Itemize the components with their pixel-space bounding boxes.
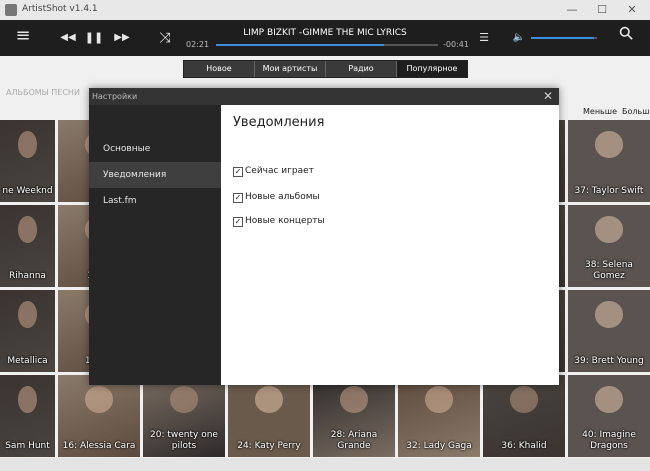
next-icon[interactable]: ▶▶: [111, 30, 133, 46]
previous-icon[interactable]: ◀◀: [57, 30, 79, 46]
remaining-time: -00:41: [443, 40, 469, 49]
dialog-titlebar: Настройки ✕: [89, 88, 559, 105]
main-tabs: Новое Мои артисты Радио Популярное: [183, 60, 468, 78]
maximize-button[interactable]: ☐: [587, 0, 617, 20]
artist-caption: 40: Imagine Dragons: [582, 430, 636, 451]
volume-slider-fill: [531, 37, 595, 39]
artist-card[interactable]: 28: Ariana Grande: [313, 375, 395, 457]
artist-card[interactable]: Sam Hunt: [0, 375, 55, 457]
artist-card[interactable]: ne Weeknd: [0, 120, 55, 202]
artist-photo: [18, 216, 37, 243]
artist-card[interactable]: 36: Khalid: [483, 375, 565, 457]
artist-caption: 38: Selena Gomez: [585, 260, 633, 281]
new-albums-label: Новые альбомы: [245, 192, 320, 202]
artist-caption: 24: Katy Perry: [237, 441, 301, 451]
window-title: ArtistShot v1.4.1: [22, 4, 98, 14]
artist-photo: [595, 386, 623, 413]
artist-card[interactable]: 20: twenty one pilots: [143, 375, 225, 457]
volume-icon[interactable]: 🔈: [512, 30, 526, 46]
new-concerts-label: Новые концерты: [245, 216, 325, 226]
settings-heading: Уведомления: [233, 115, 325, 130]
shuffle-icon[interactable]: ⤨: [156, 30, 174, 46]
option-now-playing[interactable]: ✓ Сейчас играет: [233, 166, 314, 177]
artist-caption: Metallica: [7, 356, 48, 366]
artist-photo: [18, 131, 37, 158]
window-titlebar: ArtistShot v1.4.1 — ☐ ✕: [0, 0, 650, 20]
track-title: LIMP BIZKIT -GIMME THE MIC LYRICS: [243, 28, 407, 38]
close-window-button[interactable]: ✕: [617, 0, 647, 20]
tab-my-artists[interactable]: Мои артисты: [255, 61, 326, 77]
track-progress-bar[interactable]: [216, 44, 438, 46]
status-bar: [0, 458, 650, 471]
artist-caption: 36: Khalid: [501, 441, 547, 451]
settings-content: Уведомления ✓ Сейчас играет ✓ Новые альбом…: [221, 105, 559, 385]
artist-caption: 28: Ariana Grande: [330, 430, 378, 451]
artist-caption: 20: twenty one pilots: [150, 430, 218, 451]
artist-card[interactable]: Rihanna: [0, 205, 55, 287]
artist-caption: 39: Brett Young: [574, 356, 644, 366]
playlist-icon[interactable]: ☰: [476, 30, 492, 46]
artist-photo: [170, 386, 198, 413]
tab-popular[interactable]: Популярное: [397, 61, 467, 77]
dialog-close-icon[interactable]: ✕: [543, 89, 553, 103]
artist-photo: [18, 301, 37, 328]
artist-photo: [595, 301, 623, 328]
artist-photo: [595, 131, 623, 158]
smaller-button[interactable]: Меньше: [583, 107, 617, 116]
new-albums-checkbox[interactable]: ✓: [233, 193, 243, 203]
settings-nav-notifications[interactable]: Уведомления: [89, 162, 221, 188]
volume-slider[interactable]: [531, 37, 597, 39]
artist-card[interactable]: 32: Lady Gaga: [398, 375, 480, 457]
artist-caption: 16: Alessia Cara: [62, 441, 136, 451]
artist-caption: 32: Lady Gaga: [406, 441, 472, 451]
artist-caption: Sam Hunt: [5, 441, 50, 451]
new-concerts-checkbox[interactable]: ✓: [233, 217, 243, 227]
artist-card[interactable]: 40: Imagine Dragons: [568, 375, 650, 457]
menu-icon[interactable]: ≡: [12, 27, 34, 45]
artist-card[interactable]: 16: Alessia Cara: [58, 375, 140, 457]
artist-photo: [510, 386, 538, 413]
settings-nav-lastfm[interactable]: Last.fm: [89, 188, 221, 214]
artist-photo: [85, 386, 113, 413]
artist-caption: ne Weeknd: [2, 186, 53, 196]
artist-card[interactable]: 24: Katy Perry: [228, 375, 310, 457]
track-progress-fill: [216, 44, 384, 46]
section-nav[interactable]: АЛЬБОМЫ ПЕСНИ: [6, 88, 80, 97]
artist-card[interactable]: 38: Selena Gomez: [568, 205, 650, 287]
larger-button[interactable]: Больше: [622, 107, 650, 116]
artist-caption: 37: Taylor Swift: [574, 186, 644, 196]
minimize-button[interactable]: —: [557, 0, 587, 20]
artist-photo: [595, 216, 623, 243]
settings-nav-general[interactable]: Основные: [89, 136, 221, 162]
artist-card[interactable]: 39: Brett Young: [568, 290, 650, 372]
app-icon: [5, 4, 17, 16]
now-playing-checkbox[interactable]: ✓: [233, 167, 243, 177]
settings-dialog: Настройки ✕ Основные Уведомления Last.fm…: [89, 88, 559, 385]
artist-photo: [255, 386, 283, 413]
pause-icon[interactable]: ❚❚: [84, 30, 104, 46]
artist-card[interactable]: Metallica: [0, 290, 55, 372]
dialog-title: Настройки: [92, 92, 138, 101]
tab-radio[interactable]: Радио: [326, 61, 397, 77]
artist-photo: [18, 386, 37, 413]
search-icon[interactable]: ⚲: [614, 21, 639, 46]
option-new-concerts[interactable]: ✓ Новые концерты: [233, 216, 325, 227]
artist-caption: Rihanna: [9, 271, 46, 281]
artist-photo: [425, 386, 453, 413]
artist-photo: [340, 386, 368, 413]
tab-new[interactable]: Новое: [184, 61, 255, 77]
now-playing-label: Сейчас играет: [245, 166, 314, 176]
elapsed-time: 02:21: [186, 40, 210, 49]
settings-sidebar: Основные Уведомления Last.fm: [89, 105, 221, 385]
artist-card[interactable]: 37: Taylor Swift: [568, 120, 650, 202]
option-new-albums[interactable]: ✓ Новые альбомы: [233, 192, 320, 203]
